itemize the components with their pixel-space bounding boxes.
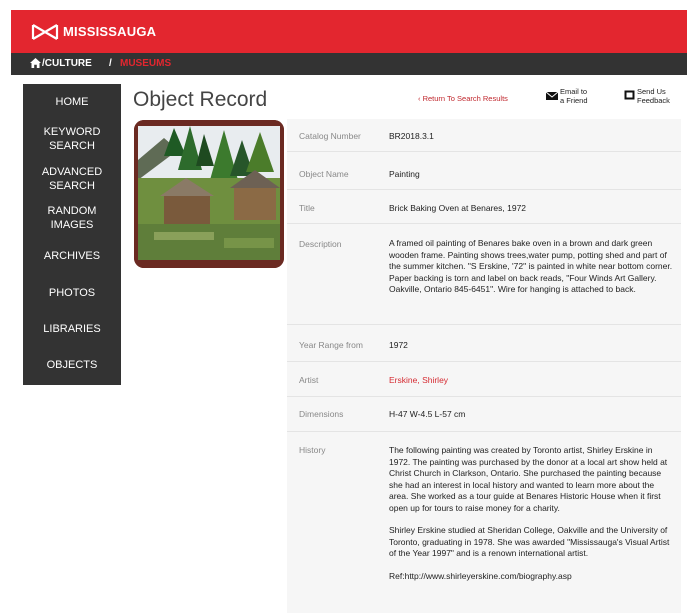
mississauga-logo-icon[interactable] (31, 22, 59, 42)
breadcrumb-culture[interactable]: /CULTURE (42, 58, 92, 69)
year-range-value: 1972 (389, 340, 408, 350)
nav-random-images[interactable]: RANDOM IMAGES (23, 204, 121, 232)
dimensions-label: Dimensions (299, 409, 344, 419)
artist-label: Artist (299, 375, 319, 385)
side-navigation: HOME KEYWORD SEARCH ADVANCED SEARCH RAND… (23, 84, 121, 385)
row-divider (287, 151, 681, 152)
history-paragraph-2: Shirley Erskine studied at Sheridan Coll… (389, 525, 670, 558)
email-to-friend-button[interactable]: Email to a Friend (560, 87, 588, 105)
nav-objects[interactable]: OBJECTS (23, 358, 121, 372)
painting-thumbnail-art (134, 120, 284, 268)
nav-keyword-search[interactable]: KEYWORD SEARCH (23, 125, 121, 153)
email-label-line2: a Friend (560, 95, 588, 105)
title-value: Brick Baking Oven at Benares, 1972 (389, 203, 527, 213)
row-divider (287, 396, 681, 397)
history-label: History (299, 445, 326, 455)
row-divider (287, 324, 681, 325)
dimensions-value: H-47 W-4.5 L-57 cm (389, 409, 466, 419)
nav-home[interactable]: HOME (23, 95, 121, 109)
nav-libraries[interactable]: LIBRARIES (23, 322, 121, 336)
page-title: Object Record (133, 88, 268, 111)
year-range-label: Year Range from (299, 340, 363, 350)
description-value: A framed oil painting of Benares bake ov… (389, 238, 673, 294)
history-paragraph-1: The following painting was created by To… (389, 445, 668, 513)
row-divider (287, 431, 681, 432)
history-reference: Ref:http://www.shirleyerskine.com/biogra… (389, 570, 572, 581)
object-image[interactable] (134, 120, 284, 268)
nav-advanced-search[interactable]: ADVANCED SEARCH (23, 165, 121, 193)
nav-archives[interactable]: ARCHIVES (23, 249, 121, 263)
send-feedback-button[interactable]: Send Us Feedback (637, 87, 670, 105)
return-to-search-link[interactable]: ‹ Return To Search Results (418, 94, 508, 103)
object-name-value: Painting (389, 169, 420, 179)
brand-name[interactable]: MISSISSAUGA (63, 24, 156, 39)
row-divider (287, 361, 681, 362)
catalog-number-label: Catalog Number (299, 131, 361, 141)
artist-link[interactable]: Erskine, Shirley (389, 375, 675, 387)
breadcrumb-museums[interactable]: MUSEUMS (120, 58, 171, 69)
feedback-label-line2: Feedback (637, 95, 670, 105)
description-label: Description (299, 239, 342, 249)
feedback-icon[interactable] (624, 90, 635, 100)
title-label: Title (299, 203, 315, 213)
row-divider (287, 223, 681, 224)
history-value: The following painting was created by To… (389, 445, 675, 593)
breadcrumb-separator: / (109, 58, 112, 69)
object-name-label: Object Name (299, 169, 349, 179)
site-header: MISSISSAUGA (11, 10, 687, 53)
home-icon[interactable] (30, 58, 41, 68)
row-divider (287, 189, 681, 190)
envelope-icon[interactable] (546, 92, 558, 100)
nav-photos[interactable]: PHOTOS (23, 286, 121, 300)
catalog-number-value: BR2018.3.1 (389, 131, 434, 141)
breadcrumb: /CULTURE / MUSEUMS (11, 53, 687, 75)
